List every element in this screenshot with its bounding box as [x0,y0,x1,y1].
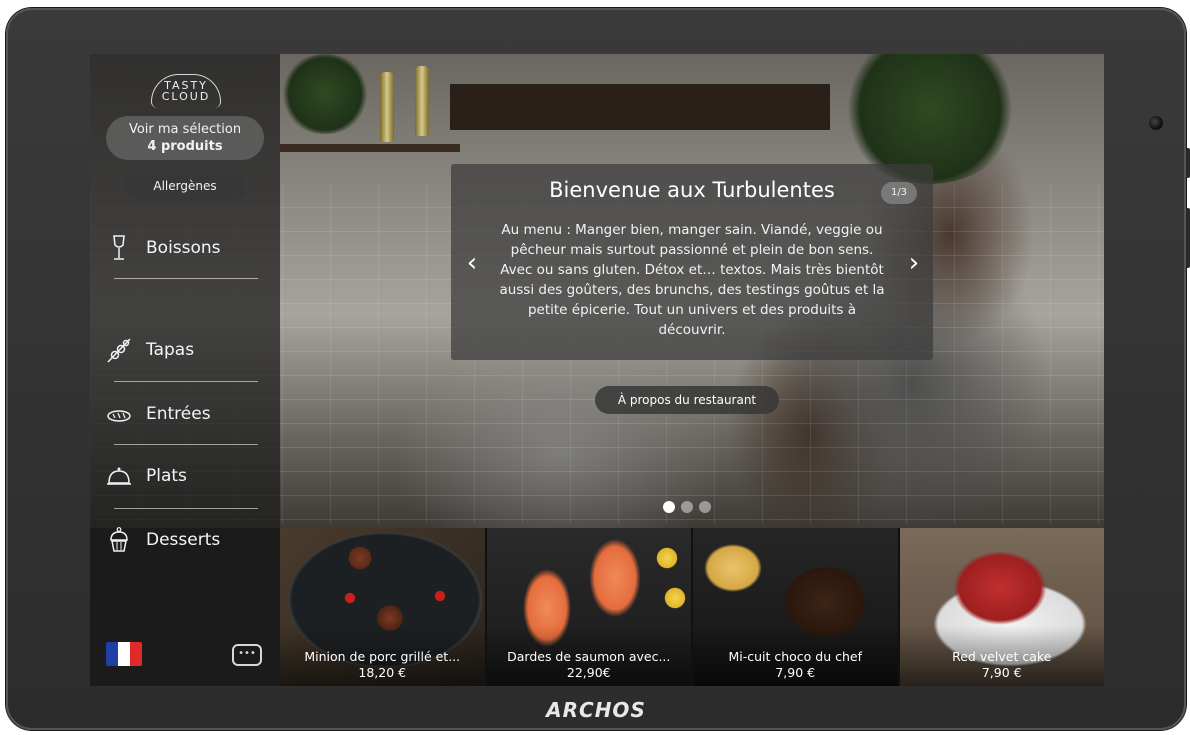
slide-counter: 1/3 [881,182,917,204]
app-screen: Bienvenue aux Turbulentes 1/3 ‹ Au menu … [90,54,1104,686]
about-restaurant-button[interactable]: À propos du restaurant [595,386,779,414]
sidebar-item-desserts[interactable]: Desserts [106,522,258,562]
allergens-button[interactable]: Allergènes [124,172,246,200]
product-price: 18,20 € [358,665,407,680]
sidebar-item-label: Boissons [146,238,221,258]
carousel-dot[interactable] [699,501,711,513]
divider [114,381,258,382]
featured-products: Minion de porc grillé et... 18,20 € Dard… [280,528,1104,686]
chevron-left-icon[interactable]: ‹ [461,248,483,278]
divider [114,278,258,279]
product-price: 22,90€ [566,665,611,680]
card-title: Bienvenue aux Turbulentes [549,178,835,202]
divider [114,508,258,509]
product-card[interactable]: Mi-cuit choco du chef 7,90 € [693,528,898,686]
bottle [380,72,394,142]
device-brand: ARCHOS [546,698,646,722]
sidebar-item-entrees[interactable]: Entrées [106,396,258,436]
selection-label: Voir ma sélection [128,122,242,137]
bottle [415,66,429,136]
product-price: 7,90 € [981,665,1022,680]
carousel-dot[interactable] [681,501,693,513]
divider [114,444,258,445]
wine-glass-icon [113,235,125,260]
product-card[interactable]: Dardes de saumon avec... 22,90€ [486,528,691,686]
product-name: Minion de porc grillé et... [304,649,461,664]
sidebar-item-plats[interactable]: Plats [106,458,258,498]
welcome-card: Bienvenue aux Turbulentes 1/3 ‹ Au menu … [451,164,933,360]
sidebar-item-label: Tapas [146,340,195,360]
bread-icon [107,410,131,422]
volume-button [1186,208,1190,268]
carousel-dots [663,501,711,513]
camera-icon [1149,116,1163,130]
shelf [450,84,830,130]
product-price: 7,90 € [775,665,816,680]
power-button [1186,148,1190,178]
chat-icon[interactable]: ••• [232,644,262,666]
sidebar-item-boissons[interactable]: Boissons [106,230,258,270]
cloche-icon [107,467,131,485]
sidebar-item-label: Plats [146,466,187,486]
product-name: Red velvet cake [952,649,1052,664]
product-name: Mi-cuit choco du chef [728,649,863,664]
selection-count: 4 produits [147,139,223,154]
skewer-icon [107,338,131,363]
sidebar-item-tapas[interactable]: Tapas [106,332,258,372]
view-selection-button[interactable]: Voir ma sélection 4 produits [106,116,264,160]
chevron-right-icon[interactable]: › [903,248,925,278]
plant [280,54,370,134]
flag-fr-icon[interactable] [106,642,142,666]
sidebar-item-label: Entrées [146,404,211,424]
sidebar: TASTY CLOUD Voir ma sélection 4 produits… [90,54,280,686]
card-description: Au menu : Manger bien, manger sain. Vian… [499,222,885,338]
carousel-dot[interactable] [663,501,675,513]
cupcake-icon [110,527,128,552]
product-card[interactable]: Red velvet cake 7,90 € [899,528,1104,686]
shelf [280,144,460,152]
product-name: Dardes de saumon avec... [507,649,671,664]
app-logo: TASTY CLOUD [145,70,227,110]
product-card[interactable]: Minion de porc grillé et... 18,20 € [280,528,485,686]
sidebar-item-label: Desserts [146,530,221,550]
